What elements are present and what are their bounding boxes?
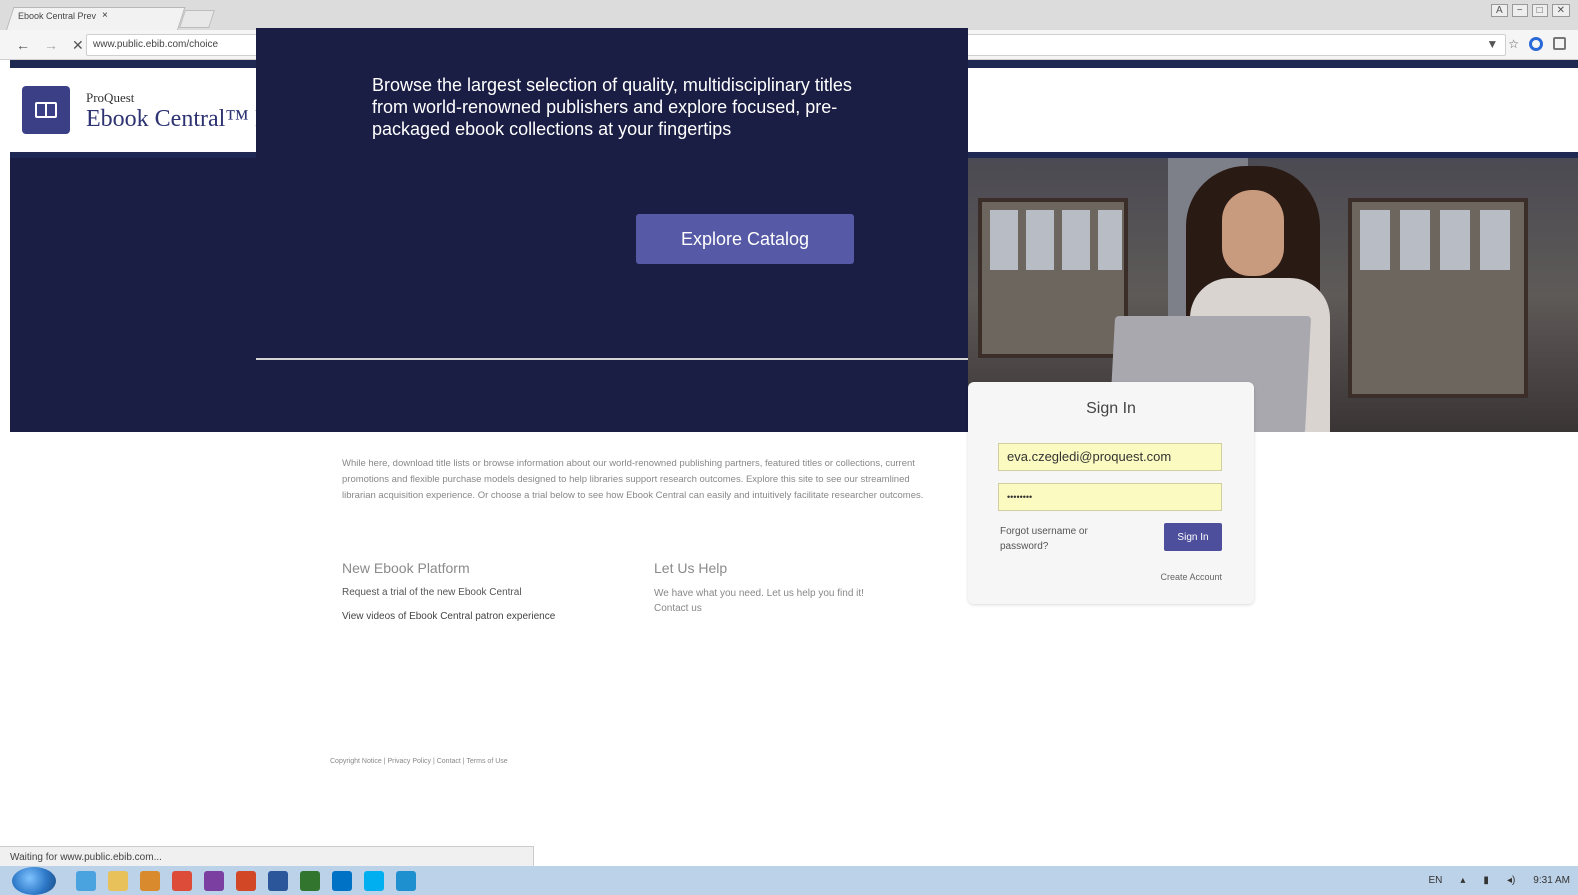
language-indicator[interactable]: EN — [1428, 875, 1442, 886]
footer-links[interactable]: Copyright Notice | Privacy Policy | Cont… — [330, 758, 508, 765]
new-platform-heading: New Ebook Platform — [342, 560, 470, 576]
screen: Ebook Central Prev × A − □ ✕ ← → ✕ www.p… — [0, 0, 1578, 895]
hero-pane — [1480, 210, 1510, 270]
hero-window — [978, 198, 1128, 358]
sign-in-card: Sign In eva.czegledi@proquest.com ••••••… — [968, 382, 1254, 604]
brand-proquest: ProQuest — [86, 90, 135, 105]
lync-icon[interactable] — [396, 871, 416, 891]
catalog-overlay: Browse the largest selection of quality,… — [256, 28, 968, 360]
system-tray: EN ▴ ▮ ◂) 9:31 AM — [1428, 875, 1570, 886]
create-account-link[interactable]: Create Account — [1160, 572, 1222, 582]
new-tab-button[interactable] — [179, 10, 215, 28]
ie-icon[interactable] — [76, 871, 96, 891]
forward-arrow-icon[interactable]: → — [44, 37, 58, 54]
word-icon[interactable] — [268, 871, 288, 891]
browser-tabstrip: Ebook Central Prev × A − □ ✕ — [0, 0, 1578, 30]
project-icon[interactable] — [300, 871, 320, 891]
bookmark-star-icon[interactable]: ☆ — [1508, 37, 1519, 51]
book-icon — [35, 102, 57, 118]
hero-pane — [1440, 210, 1470, 270]
hero-pane — [1062, 210, 1090, 270]
powerpoint-icon[interactable] — [236, 871, 256, 891]
volume-icon[interactable]: ◂) — [1507, 875, 1515, 886]
hero-person-face — [1222, 190, 1284, 276]
explore-catalog-button[interactable]: Explore Catalog — [636, 214, 854, 264]
brand-ebook-central[interactable]: Ebook Central™ P — [86, 106, 268, 133]
hero-pane — [1098, 210, 1122, 270]
filter-icon[interactable]: ▼ — [1486, 37, 1498, 51]
media-icon[interactable] — [140, 871, 160, 891]
extension-circle-icon[interactable] — [1529, 37, 1543, 51]
browser-tab-content: Ebook Central Prev × — [18, 10, 108, 21]
hero-pane — [1026, 210, 1054, 270]
window-controls: A − □ ✕ — [1491, 4, 1570, 17]
sign-in-button[interactable]: Sign In — [1164, 523, 1222, 551]
browser-status-bar: Waiting for www.public.ebib.com... — [0, 846, 534, 866]
nav-buttons: ← → ✕ — [16, 37, 84, 54]
overlay-description: Browse the largest selection of quality,… — [372, 75, 852, 139]
profile-button[interactable]: A — [1491, 4, 1508, 17]
let-us-help-text[interactable]: We have what you need. Let us help you f… — [654, 586, 894, 616]
network-icon[interactable]: ▮ — [1483, 875, 1489, 886]
request-trial-link[interactable]: Request a trial of the new Ebook Central — [342, 587, 522, 598]
hero-pane — [1400, 210, 1430, 270]
sign-in-title: Sign In — [1086, 400, 1136, 417]
chrome-icon[interactable] — [172, 871, 192, 891]
hero-pane — [1360, 210, 1390, 270]
close-window-button[interactable]: ✕ — [1551, 4, 1570, 17]
view-videos-link[interactable]: View videos of Ebook Central patron expe… — [342, 611, 555, 622]
maximize-button[interactable]: □ — [1531, 4, 1548, 17]
hero-pane — [990, 210, 1018, 270]
clock[interactable]: 9:31 AM — [1533, 875, 1570, 886]
back-arrow-icon[interactable]: ← — [16, 37, 30, 54]
intro-paragraph: While here, download title lists or brow… — [342, 458, 924, 501]
folder-icon[interactable] — [108, 871, 128, 891]
skype-icon[interactable] — [364, 871, 384, 891]
forgot-credentials-link[interactable]: Forgot username or password? — [1000, 524, 1110, 554]
outlook-icon[interactable] — [332, 871, 352, 891]
tab-title: Ebook Central Prev — [18, 10, 97, 21]
stop-icon[interactable]: ✕ — [72, 37, 84, 54]
ebook-logo-icon[interactable] — [22, 86, 70, 134]
tab-close-icon[interactable]: × — [102, 10, 108, 21]
toolbar-icons: ▼ ☆ — [1486, 37, 1566, 51]
password-field[interactable]: •••••••• — [998, 483, 1222, 511]
username-field[interactable]: eva.czegledi@proquest.com — [998, 443, 1222, 471]
hero-window — [1348, 198, 1528, 398]
address-bar-url[interactable]: www.public.ebib.com/choice — [93, 39, 218, 50]
extension-square-icon[interactable] — [1553, 37, 1566, 50]
onenote-icon[interactable] — [204, 871, 224, 891]
tray-flag-icon[interactable]: ▴ — [1460, 875, 1465, 886]
minimize-button[interactable]: − — [1511, 4, 1528, 17]
let-us-help-heading: Let Us Help — [654, 560, 728, 576]
os-taskbar: EN ▴ ▮ ◂) 9:31 AM — [0, 866, 1578, 895]
start-button[interactable] — [12, 867, 56, 895]
